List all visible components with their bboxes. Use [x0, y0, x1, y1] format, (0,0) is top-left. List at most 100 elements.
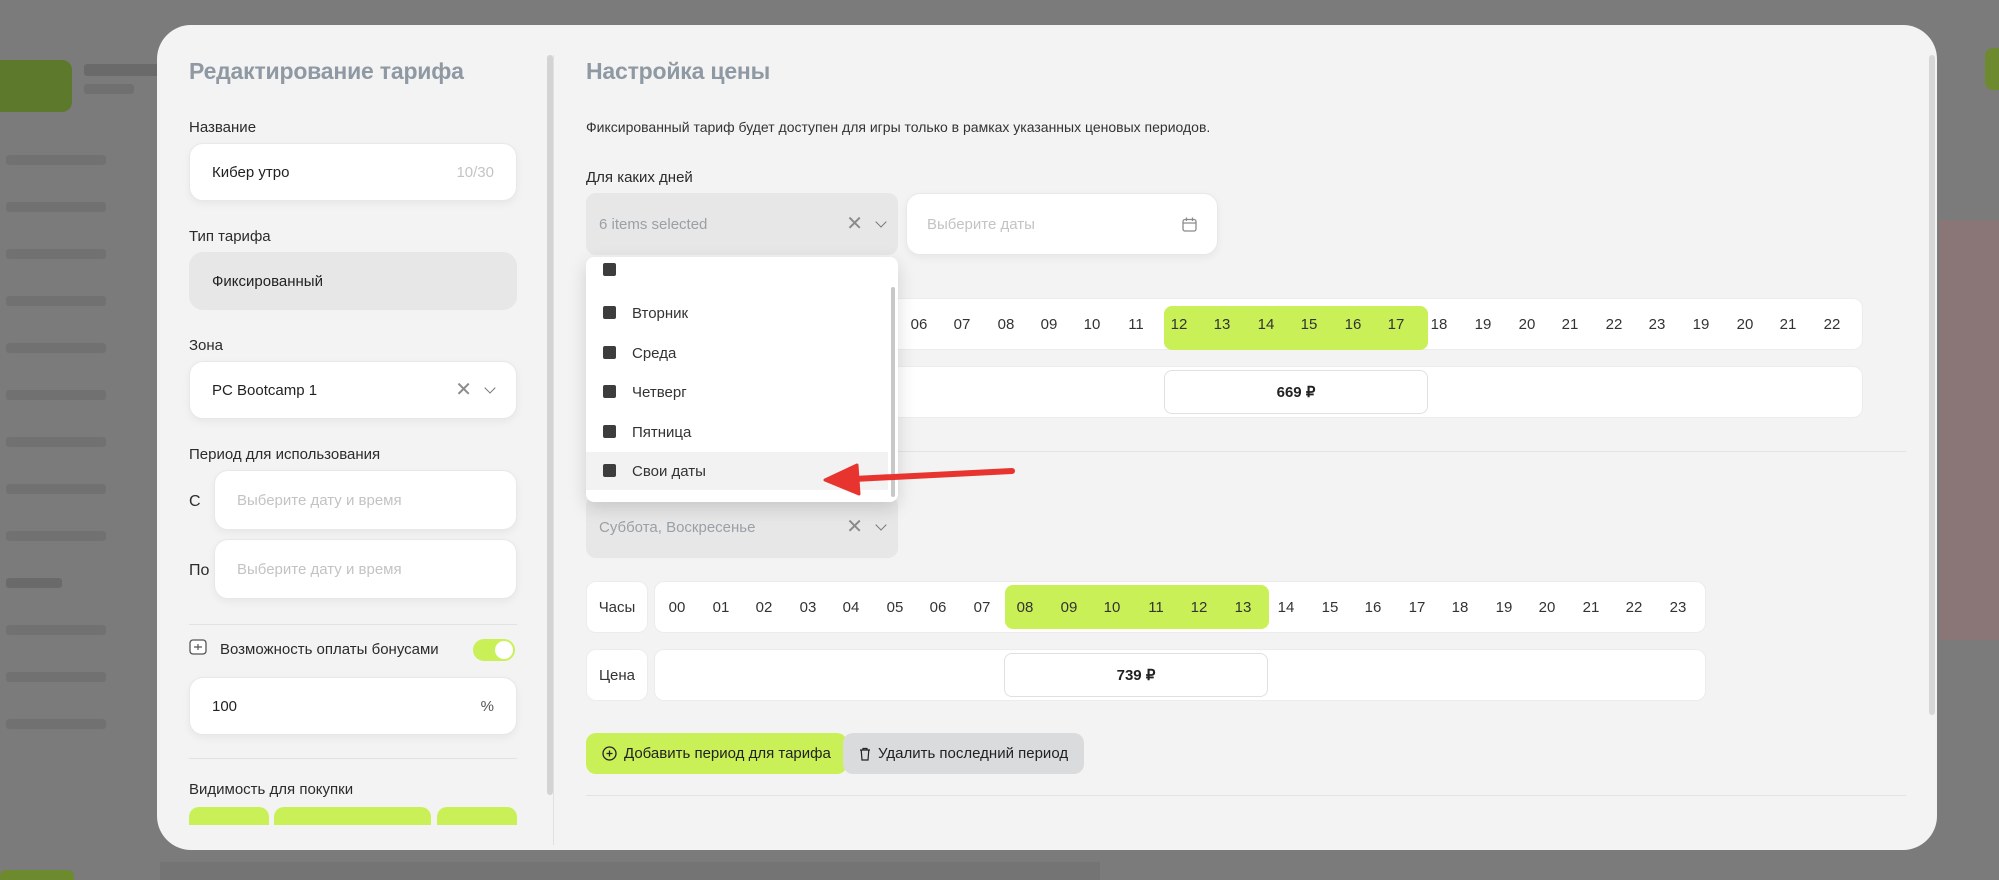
hour-cell[interactable]: 23 — [1656, 582, 1700, 632]
hour-cell[interactable]: 02 — [742, 582, 786, 632]
delete-period-button[interactable]: Удалить последний период — [843, 733, 1085, 774]
dates-picker[interactable]: Выберите даты — [906, 193, 1218, 255]
calendar-icon[interactable] — [1182, 217, 1197, 232]
chevron-down-icon[interactable] — [875, 519, 887, 531]
hour-cell[interactable]: 19 — [1482, 582, 1526, 632]
date-from-input[interactable]: Выберите дату и время — [214, 470, 517, 530]
hour-cell[interactable]: 10 — [1090, 582, 1134, 632]
hour-cell[interactable]: 08 — [1003, 582, 1047, 632]
days-dropdown: Вторник Среда Четверг Пятница Свои даты — [586, 257, 898, 502]
hour-cell[interactable]: 21 — [1766, 298, 1810, 350]
hour-cell[interactable]: 17 — [1395, 582, 1439, 632]
hour-cell[interactable]: 16 — [1351, 582, 1395, 632]
date-to-input[interactable]: Выберите дату и время — [214, 539, 517, 599]
app-title-placeholder — [84, 64, 164, 76]
hour-cell[interactable]: 07 — [960, 582, 1004, 632]
clear-icon[interactable]: ✕ — [846, 517, 863, 537]
name-counter: 10/30 — [456, 163, 494, 181]
hour-cell[interactable]: 22 — [1612, 582, 1656, 632]
hour-cell[interactable]: 22 — [1810, 298, 1854, 350]
days-select[interactable]: 6 items selected ✕ — [586, 193, 898, 255]
hour-cell[interactable]: 08 — [984, 298, 1028, 350]
chevron-down-icon[interactable] — [484, 382, 496, 394]
hour-cell[interactable]: 20 — [1505, 298, 1549, 350]
visibility-chip[interactable] — [274, 807, 431, 825]
days-select-value: 6 items selected — [599, 215, 708, 233]
visibility-chip[interactable] — [437, 807, 517, 825]
hour-cell[interactable]: 04 — [829, 582, 873, 632]
zone-select[interactable]: PC Bootcamp 1 ✕ — [189, 361, 517, 419]
hour-cell[interactable]: 16 — [1331, 298, 1375, 350]
hour-cell[interactable]: 09 — [1047, 582, 1091, 632]
visibility-chip[interactable] — [189, 807, 269, 825]
nav-item — [6, 437, 106, 447]
hour-cell[interactable]: 12 — [1177, 582, 1221, 632]
hour-cell[interactable]: 22 — [1592, 298, 1636, 350]
checkbox[interactable] — [603, 464, 616, 477]
hour-cell[interactable]: 15 — [1308, 582, 1352, 632]
dropdown-option-wednesday[interactable]: Среда — [586, 334, 888, 372]
hour-cell[interactable]: 13 — [1200, 298, 1244, 350]
dropdown-option-thursday[interactable]: Четверг — [586, 373, 888, 411]
hour-cell[interactable]: 14 — [1244, 298, 1288, 350]
hour-cell[interactable]: 19 — [1461, 298, 1505, 350]
hour-cell[interactable]: 05 — [873, 582, 917, 632]
hour-cell[interactable]: 06 — [897, 298, 941, 350]
hour-cell[interactable]: 13 — [1221, 582, 1265, 632]
nav-item — [6, 531, 106, 541]
price-cell[interactable]: 669 ₽ — [1164, 370, 1428, 414]
hour-cell[interactable]: 23 — [1635, 298, 1679, 350]
hour-cell[interactable]: 11 — [1134, 582, 1178, 632]
hour-cell[interactable]: 06 — [916, 582, 960, 632]
bg-button — [0, 870, 74, 880]
hour-cell[interactable]: 20 — [1525, 582, 1569, 632]
hour-cell[interactable]: 12 — [1157, 298, 1201, 350]
name-field[interactable]: Кибер утро 10/30 — [189, 143, 517, 201]
dropdown-scrollbar[interactable] — [891, 287, 895, 497]
hour-cell[interactable]: 18 — [1417, 298, 1461, 350]
bg-footer — [160, 862, 1100, 880]
hour-cell[interactable]: 21 — [1569, 582, 1613, 632]
chevron-down-icon[interactable] — [875, 216, 887, 228]
dropdown-option-custom-dates[interactable]: Свои даты — [586, 452, 888, 490]
checkbox[interactable] — [603, 263, 616, 276]
modal-scrollbar[interactable] — [1929, 55, 1935, 715]
clear-icon[interactable]: ✕ — [455, 380, 472, 400]
hour-cell[interactable]: 11 — [1114, 298, 1158, 350]
option-label: Пятница — [632, 423, 692, 441]
hour-cell[interactable]: 21 — [1548, 298, 1592, 350]
hour-cell[interactable]: 03 — [786, 582, 830, 632]
hour-cell[interactable]: 14 — [1264, 582, 1308, 632]
days-select-period-2[interactable]: Суббота, Воскресенье ✕ — [586, 496, 898, 558]
dropdown-option-friday[interactable]: Пятница — [586, 413, 888, 451]
checkbox[interactable] — [603, 385, 616, 398]
hour-cell[interactable]: 15 — [1287, 298, 1331, 350]
price-cell[interactable]: 739 ₽ — [1004, 653, 1268, 697]
price-row-period-2: 739 ₽ — [654, 649, 1706, 701]
hour-cell[interactable]: 18 — [1438, 582, 1482, 632]
hour-cell[interactable]: 09 — [1027, 298, 1071, 350]
name-label: Название — [189, 119, 257, 136]
hour-cell[interactable]: 10 — [1070, 298, 1114, 350]
checkbox[interactable] — [603, 425, 616, 438]
column-divider — [553, 55, 554, 845]
checkbox[interactable] — [603, 346, 616, 359]
hour-cell[interactable]: 00 — [655, 582, 699, 632]
bonus-percent-input[interactable]: 100 % — [189, 677, 517, 735]
dropdown-option[interactable] — [586, 257, 888, 295]
nav-item — [6, 672, 106, 682]
add-period-button[interactable]: Добавить период для тарифа — [586, 733, 847, 774]
hour-cell[interactable]: 07 — [940, 298, 984, 350]
days-select-value: Суббота, Воскресенье — [599, 518, 756, 536]
checkbox[interactable] — [603, 306, 616, 319]
app-logo — [0, 60, 72, 112]
nav-item — [6, 484, 106, 494]
hour-cell[interactable]: 19 — [1679, 298, 1723, 350]
clear-icon[interactable]: ✕ — [846, 214, 863, 234]
hour-cell[interactable]: 20 — [1723, 298, 1767, 350]
bg-button — [1985, 48, 1999, 90]
hour-cell[interactable]: 17 — [1374, 298, 1418, 350]
dropdown-option-tuesday[interactable]: Вторник — [586, 294, 888, 332]
bonus-toggle[interactable] — [473, 639, 515, 661]
hour-cell[interactable]: 01 — [699, 582, 743, 632]
